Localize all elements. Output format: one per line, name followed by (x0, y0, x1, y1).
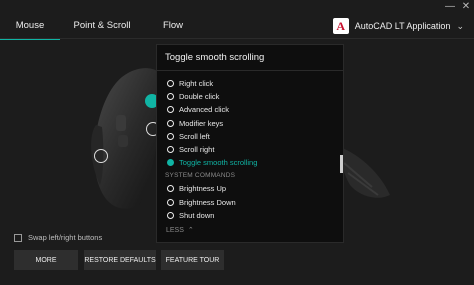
option-brightness-up[interactable]: Brightness Up (157, 182, 343, 195)
chevron-up-icon: ⌃ (187, 227, 194, 234)
radio-icon (167, 106, 174, 114)
option-double-click[interactable]: Double click (157, 90, 343, 103)
tab-mouse[interactable]: Mouse (0, 12, 60, 40)
section-system-commands: SYSTEM COMMANDS (165, 172, 236, 180)
radio-icon (167, 80, 174, 88)
radio-selected-icon (167, 159, 174, 167)
feature-tour-button[interactable]: FEATURE TOUR (161, 250, 224, 270)
option-label: Brightness Down (179, 197, 236, 207)
radio-icon (167, 146, 174, 154)
close-button[interactable]: ✕ (458, 0, 474, 12)
tab-flow[interactable]: Flow (144, 12, 202, 38)
autocad-logo-icon: A (332, 18, 349, 34)
restore-defaults-button[interactable]: RESTORE DEFAULTS (84, 250, 156, 270)
tab-divider (0, 38, 474, 39)
option-label: Brightness Up (179, 184, 227, 194)
radio-icon (167, 185, 174, 193)
option-label: Toggle smooth scrolling (179, 158, 258, 168)
option-label: Advanced click (179, 105, 230, 115)
option-brightness-down[interactable]: Brightness Down (157, 196, 343, 209)
option-label: Shut down (179, 210, 215, 220)
option-label: Right click (179, 79, 214, 89)
option-scroll-left[interactable]: Scroll left (157, 130, 343, 143)
option-shut-down[interactable]: Shut down (157, 209, 343, 222)
radio-icon (167, 119, 174, 127)
chevron-down-icon: ⌄ (456, 20, 464, 31)
option-scroll-right[interactable]: Scroll right (157, 143, 343, 156)
action-dropdown-panel: Toggle smooth scrolling Right click Doub… (156, 44, 344, 243)
radio-icon (167, 132, 174, 140)
option-toggle-smooth-scrolling[interactable]: Toggle smooth scrolling (157, 156, 343, 169)
tab-bar: Mouse Point & Scroll Flow (0, 12, 202, 40)
window-controls: — ✕ (442, 0, 474, 12)
tab-point-scroll[interactable]: Point & Scroll (60, 12, 144, 38)
action-options-list: Right click Double click Advanced click … (157, 71, 343, 222)
swap-checkbox[interactable] (14, 233, 22, 242)
option-label: Modifier keys (179, 118, 224, 128)
hotspot-side-button[interactable] (94, 149, 108, 163)
swap-buttons-option[interactable]: Swap left/right buttons (14, 233, 102, 242)
more-button[interactable]: MORE (14, 250, 78, 270)
application-selector[interactable]: A AutoCAD LT Application ⌄ (332, 18, 464, 34)
option-right-click[interactable]: Right click (157, 77, 343, 90)
radio-icon (167, 93, 174, 101)
application-name: AutoCAD LT Application (354, 21, 451, 31)
radio-icon (167, 198, 174, 206)
panel-scrollbar[interactable] (340, 155, 343, 173)
option-label: Scroll left (179, 131, 210, 141)
option-modifier-keys[interactable]: Modifier keys (157, 117, 343, 130)
swap-label: Swap left/right buttons (28, 233, 103, 242)
minimize-button[interactable]: — (442, 0, 458, 12)
option-label: Scroll right (179, 145, 215, 155)
autocad-logo-letter: A (336, 18, 346, 33)
panel-title: Toggle smooth scrolling (157, 45, 343, 71)
less-toggle[interactable]: LESS ⌃ (166, 226, 194, 235)
option-label: Double click (179, 92, 220, 102)
option-advanced-click[interactable]: Advanced click (157, 103, 343, 116)
less-label: LESS (166, 226, 184, 234)
radio-icon (167, 211, 174, 219)
